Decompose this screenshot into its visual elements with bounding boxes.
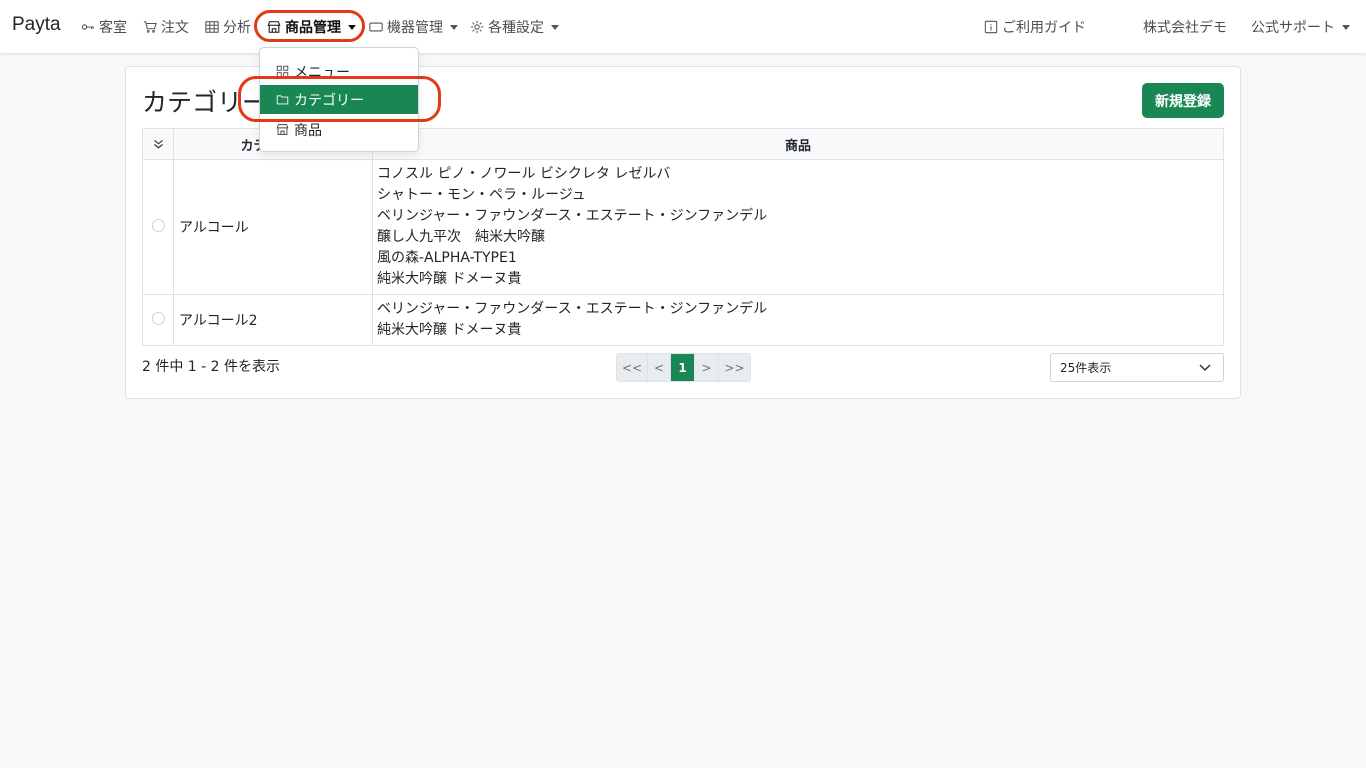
brand-logo[interactable]: Payta — [12, 14, 61, 36]
page-prev-button[interactable]: < — [648, 354, 671, 381]
nav-label: 注文 — [161, 20, 189, 36]
nav-user-guide[interactable]: ご利用ガイド — [984, 17, 1086, 37]
product-item: 醸し人九平次 純米大吟醸 — [377, 229, 545, 245]
caret-down-icon — [450, 24, 458, 30]
nav-label: 客室 — [99, 20, 127, 36]
nav-label: 公式サポート — [1251, 20, 1335, 36]
row-radio[interactable] — [151, 311, 165, 325]
nav-label: 商品管理 — [285, 20, 341, 36]
key-icon — [81, 24, 94, 30]
category-table: カテゴリー 商品 アルコール コノスル ピノ・ノワール ビシクレタ レゼルバ シ… — [142, 128, 1224, 346]
per-page-select[interactable]: 25件表示 — [1050, 353, 1224, 382]
company-name: 株式会社デモ — [1143, 17, 1227, 37]
category-cell: アルコール — [173, 159, 373, 295]
product-item: シャトー・モン・ペラ・ルージュ — [377, 187, 586, 203]
nav-analytics[interactable]: 分析 — [205, 17, 251, 37]
pagination-summary: 2 件中 1 - 2 件を表示 — [142, 359, 281, 375]
product-item: ベリンジャー・ファウンダース・エステート・ジンファンデル — [377, 208, 768, 224]
row-radio[interactable] — [151, 218, 165, 232]
dropdown-item-menu[interactable]: メニュー — [260, 57, 418, 86]
nav-device-management[interactable]: 機器管理 — [369, 17, 458, 37]
nav-product-management[interactable]: 商品管理 — [267, 17, 356, 37]
row-select-cell[interactable] — [142, 294, 174, 346]
dropdown-item-label: 商品 — [294, 122, 322, 139]
page-title: カテゴリー — [142, 88, 268, 117]
nav-orders[interactable]: 注文 — [143, 17, 189, 37]
product-item: コノスル ピノ・ノワール ビシクレタ レゼルバ — [377, 166, 671, 182]
page-current-button[interactable]: 1 — [671, 354, 695, 381]
chevron-down-icon — [1199, 364, 1211, 372]
caret-down-icon — [348, 24, 356, 30]
shop-icon — [267, 21, 281, 33]
nav-guest-rooms[interactable]: 客室 — [81, 17, 127, 37]
grid-icon — [276, 65, 289, 78]
page-first-button[interactable]: << — [617, 354, 648, 381]
folder-icon — [276, 95, 289, 105]
per-page-value: 25件表示 — [1060, 361, 1112, 375]
table-icon — [205, 21, 219, 33]
page-last-button[interactable]: >> — [719, 354, 750, 381]
nav-settings[interactable]: 各種設定 — [470, 17, 559, 37]
product-management-dropdown: メニュー カテゴリー 商品 — [259, 47, 419, 152]
new-register-button[interactable]: 新規登録 — [1142, 83, 1224, 118]
product-item: 風の森-ALPHA-TYPE1 — [377, 250, 517, 266]
device-icon — [369, 22, 383, 32]
category-cell: アルコール2 — [173, 294, 373, 346]
products-cell: コノスル ピノ・ノワール ビシクレタ レゼルバ シャトー・モン・ペラ・ルージュ … — [372, 159, 1224, 295]
pagination: << < 1 > >> — [616, 353, 751, 382]
table-row[interactable]: アルコール2 ベリンジャー・ファウンダース・エステート・ジンファンデル 純米大吟… — [142, 294, 1224, 346]
nav-label: 機器管理 — [387, 20, 443, 36]
row-select-cell[interactable] — [142, 159, 174, 295]
dropdown-item-label: メニュー — [294, 64, 350, 81]
double-chevron-down-icon — [153, 139, 163, 148]
shop-icon — [276, 124, 289, 135]
company-label: 株式会社デモ — [1143, 20, 1227, 36]
products-column-header: 商品 — [372, 128, 1224, 160]
dropdown-item-label: カテゴリー — [294, 92, 364, 109]
caret-down-icon — [551, 24, 559, 30]
top-navbar: Payta 客室 注文 分析 商品管理 機器管理 各種設定 ご利用ガイド 株式会… — [0, 0, 1366, 53]
table-row[interactable]: アルコール コノスル ピノ・ノワール ビシクレタ レゼルバ シャトー・モン・ペラ… — [142, 159, 1224, 295]
info-icon — [984, 20, 998, 34]
page-next-button[interactable]: > — [695, 354, 719, 381]
nav-label: ご利用ガイド — [1002, 20, 1086, 36]
nav-official-support[interactable]: 公式サポート — [1251, 17, 1350, 37]
nav-label: 分析 — [223, 20, 251, 36]
products-cell: ベリンジャー・ファウンダース・エステート・ジンファンデル 純米大吟醸 ドメーヌ貴 — [372, 294, 1224, 346]
caret-down-icon — [1342, 24, 1350, 30]
dropdown-item-category[interactable]: カテゴリー — [260, 85, 418, 114]
expand-all-header[interactable] — [142, 128, 174, 160]
dropdown-item-products[interactable]: 商品 — [260, 115, 418, 144]
product-item: ベリンジャー・ファウンダース・エステート・ジンファンデル — [377, 301, 768, 317]
product-item: 純米大吟醸 ドメーヌ貴 — [377, 322, 522, 338]
gear-icon — [470, 20, 484, 34]
product-item: 純米大吟醸 ドメーヌ貴 — [377, 271, 522, 287]
cart-icon — [143, 21, 157, 33]
nav-label: 各種設定 — [488, 20, 544, 36]
